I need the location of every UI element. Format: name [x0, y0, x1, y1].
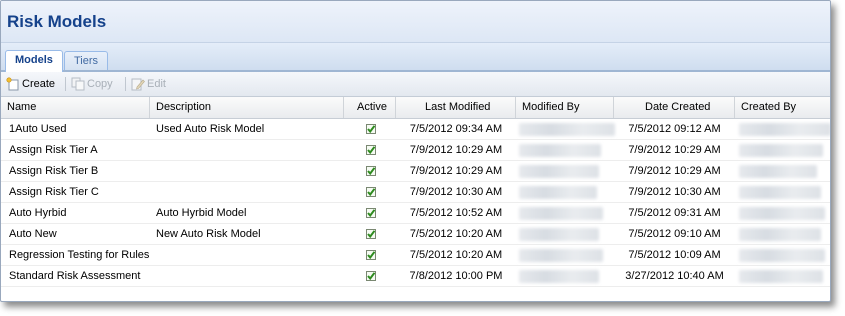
table-row[interactable]: Assign Risk Tier B 7/9/2012 10:29 AM 7/9/2… — [1, 161, 830, 182]
cell-date-created: 3/27/2012 10:40 AM — [625, 270, 724, 282]
cell-description — [156, 266, 342, 287]
column-header-modified-by[interactable]: Modified By — [516, 97, 614, 118]
cell-last-modified: 7/5/2012 09:34 AM — [409, 123, 503, 135]
cell-date-created: 7/9/2012 10:29 AM — [628, 144, 721, 156]
risk-models-window: Risk Models Models Tiers Create Copy Edi… — [0, 0, 831, 302]
column-header-active[interactable]: Active — [344, 97, 396, 118]
cell-last-modified: 7/8/2012 10:00 PM — [409, 270, 503, 282]
cell-last-modified: 7/5/2012 10:20 AM — [409, 249, 503, 261]
table-row[interactable]: Regression Testing for Rules 7/5/2012 10:… — [1, 245, 830, 266]
cell-name: 1Auto Used — [9, 123, 67, 135]
cell-last-modified: 7/5/2012 10:52 AM — [409, 207, 503, 219]
create-button[interactable]: Create — [6, 76, 55, 92]
cell-last-modified: 7/9/2012 10:29 AM — [409, 144, 503, 156]
cell-name: Assign Risk Tier A — [9, 144, 98, 156]
checkbox-checked-icon — [366, 124, 376, 134]
copy-icon — [71, 77, 85, 91]
cell-last-modified: 7/9/2012 10:29 AM — [409, 165, 503, 177]
redacted-modified-by — [519, 207, 603, 220]
cell-name: Auto Hyrbid — [9, 207, 67, 219]
edit-icon — [131, 77, 145, 91]
edit-label: Edit — [147, 78, 166, 90]
grid-header: Name Description Active Last Modified Mo… — [1, 97, 830, 119]
cell-description: New Auto Risk Model — [156, 228, 261, 240]
create-icon — [6, 77, 20, 91]
table-row[interactable]: Standard Risk Assessment 7/8/2012 10:00 P… — [1, 266, 830, 287]
page-title: Risk Models — [7, 12, 107, 31]
redacted-modified-by — [519, 123, 615, 136]
column-header-created-by[interactable]: Created By — [735, 97, 830, 118]
toolbar: Create Copy Edit — [1, 72, 830, 97]
cell-date-created: 7/9/2012 10:30 AM — [628, 186, 721, 198]
checkbox-checked-icon — [366, 208, 376, 218]
redacted-modified-by — [519, 228, 599, 241]
cell-date-created: 7/5/2012 09:31 AM — [628, 207, 721, 219]
column-header-description[interactable]: Description — [150, 97, 344, 118]
edit-button[interactable]: Edit — [131, 76, 166, 92]
redacted-created-by — [739, 186, 821, 199]
checkbox-checked-icon — [366, 229, 376, 239]
cell-description: Auto Hyrbid Model — [156, 207, 247, 219]
tab-models[interactable]: Models — [5, 50, 63, 72]
checkbox-checked-icon — [366, 166, 376, 176]
table-row[interactable]: Auto Hyrbid Auto Hyrbid Model 7/5/2012 10:… — [1, 203, 830, 224]
cell-description — [156, 140, 342, 161]
redacted-created-by — [739, 270, 823, 283]
redacted-modified-by — [519, 144, 601, 157]
table-row[interactable]: Assign Risk Tier A 7/9/2012 10:29 AM 7/9/2… — [1, 140, 830, 161]
cell-description — [156, 245, 342, 266]
redacted-modified-by — [519, 270, 599, 283]
cell-name: Assign Risk Tier C — [9, 186, 99, 198]
copy-button[interactable]: Copy — [71, 76, 113, 92]
cell-date-created: 7/5/2012 09:12 AM — [628, 123, 721, 135]
cell-description — [156, 161, 342, 182]
table-row[interactable]: Assign Risk Tier C 7/9/2012 10:30 AM 7/9/2… — [1, 182, 830, 203]
tab-strip: Models Tiers — [1, 43, 830, 72]
redacted-created-by — [739, 249, 825, 262]
cell-name: Standard Risk Assessment — [9, 270, 141, 282]
title-bar: Risk Models — [1, 1, 830, 43]
table-row[interactable]: 1Auto Used Used Auto Risk Model 7/5/2012 0… — [1, 119, 830, 140]
redacted-created-by — [739, 144, 823, 157]
redacted-created-by — [739, 165, 817, 178]
create-label: Create — [22, 78, 56, 90]
cell-date-created: 7/5/2012 10:09 AM — [628, 249, 721, 261]
checkbox-checked-icon — [366, 271, 376, 281]
checkbox-checked-icon — [366, 250, 376, 260]
toolbar-separator — [65, 77, 66, 91]
redacted-modified-by — [519, 165, 599, 178]
column-header-last-modified[interactable]: Last Modified — [396, 97, 516, 118]
cell-description — [156, 182, 342, 203]
table-row[interactable]: Auto New New Auto Risk Model 7/5/2012 10:2… — [1, 224, 830, 245]
checkbox-checked-icon — [366, 145, 376, 155]
cell-name: Regression Testing for Rules — [9, 249, 149, 261]
redacted-created-by — [739, 123, 830, 136]
cell-date-created: 7/9/2012 10:29 AM — [628, 165, 721, 177]
redacted-modified-by — [519, 249, 603, 262]
redacted-modified-by — [519, 186, 597, 199]
cell-name: Assign Risk Tier B — [9, 165, 99, 177]
cell-last-modified: 7/5/2012 10:20 AM — [409, 228, 503, 240]
redacted-created-by — [739, 207, 825, 220]
redacted-created-by — [739, 228, 821, 241]
cell-name: Auto New — [9, 228, 57, 240]
copy-label: Copy — [87, 78, 113, 90]
checkbox-checked-icon — [366, 187, 376, 197]
cell-last-modified: 7/9/2012 10:30 AM — [409, 186, 503, 198]
toolbar-separator — [125, 77, 126, 91]
tab-tiers[interactable]: Tiers — [64, 51, 109, 70]
column-header-name[interactable]: Name — [1, 97, 150, 118]
column-header-date-created[interactable]: Date Created — [614, 97, 735, 118]
cell-date-created: 7/5/2012 09:10 AM — [628, 228, 721, 240]
cell-description: Used Auto Risk Model — [156, 123, 265, 135]
